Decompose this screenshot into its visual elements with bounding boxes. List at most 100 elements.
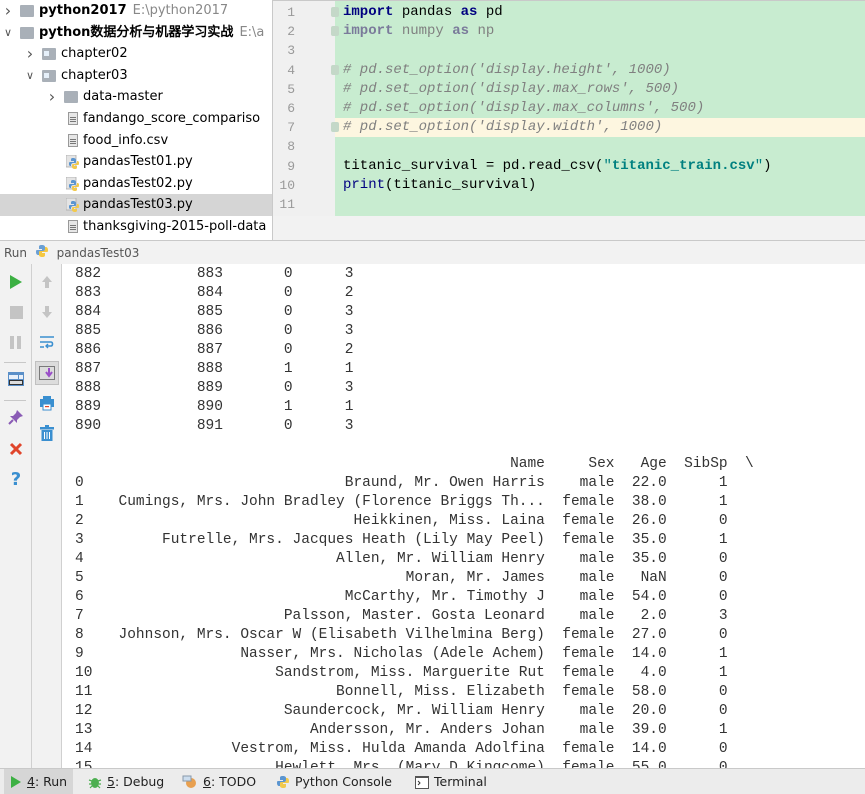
tree-item[interactable]: › data-master [0,86,272,108]
rerun-button[interactable] [5,271,27,293]
soft-wrap-button[interactable] [36,331,58,353]
scroll-to-end-button[interactable] [35,361,59,385]
pin-icon [8,410,23,425]
code-token: # pd.set_option('display.max_rows', 500) [343,80,680,97]
console-data-row: 6 McCarthy, Mr. Timothy J male 54.0 0 [75,589,728,605]
tree-item-label: chapter03 [61,67,128,83]
python-file-icon [65,197,80,213]
folder-icon [42,69,56,82]
console-line: 886 887 0 2 [75,342,354,358]
line-number: 7 [287,120,295,136]
tree-item-label: pandasTest01.py [83,154,193,170]
code-line[interactable]: # pd.set_option('display.max_rows', 500) [335,80,865,99]
console-output[interactable]: 882 883 0 3 883 884 0 2 884 885 0 3 885 886… [63,264,865,768]
console-header-line: Name Sex Age SibSp \ [75,456,754,472]
print-icon [40,396,54,411]
bottom-tab-run[interactable]: 4: Run [4,769,74,794]
console-line: 889 890 1 1 [75,399,354,415]
line-number: 2 [287,24,295,40]
up-stack-button[interactable] [36,271,58,293]
pin-tab-button[interactable] [5,406,27,428]
stop-icon [9,305,23,319]
text-file-icon [68,133,78,147]
bottom-tab-debug[interactable]: 5: Debug [82,769,170,794]
code-line[interactable]: # pd.set_option('display.width', 1000) [335,118,865,138]
pause-button[interactable] [5,331,27,353]
code-line[interactable]: # pd.set_option('display.max_columns', 5… [335,99,865,118]
chevron-right-icon[interactable]: › [46,86,58,108]
run-toolbar-primary: ? [0,264,32,768]
chevron-right-icon[interactable]: › [2,0,14,22]
line-number: 8 [287,139,295,155]
chevron-right-icon[interactable]: › [24,43,36,65]
code-line[interactable] [335,195,865,214]
code-line[interactable]: titanic_survival = pd.read_csv("titanic_… [335,157,865,176]
close-button[interactable] [5,438,27,460]
folder-icon [20,26,34,39]
tree-item[interactable]: ∨ chapter03 [0,65,272,87]
bottom-tab-shortcut: 6 [203,774,211,789]
console-data-row: 0 Braund, Mr. Owen Harris male 22.0 1 [75,475,728,491]
console-data-row: 9 Nasser, Mrs. Nicholas (Adele Achem) fe… [75,646,728,662]
chevron-down-icon[interactable]: ∨ [24,65,36,87]
code-token: import [343,4,394,20]
bottom-tab-text: Python Console [295,774,392,789]
code-line[interactable] [335,41,865,60]
tree-item[interactable]: thanksgiving-2015-poll-data [0,216,272,238]
tree-item[interactable]: pandasTest03.py [0,194,272,217]
code-line[interactable]: # pd.set_option('display.height', 1000) [335,61,865,80]
bottom-tab-label: Python Console [295,769,392,794]
tree-item-label: data-master [83,89,163,105]
tree-item-label: fandango_score_compariso [83,111,261,126]
tree-item[interactable]: › python2017 E:\python2017 [0,0,272,22]
text-file-icon [68,112,78,125]
tree-item[interactable]: fandango_score_compariso [0,108,272,130]
fold-marker-icon[interactable] [331,7,339,17]
help-button[interactable]: ? [5,468,27,490]
chevron-down-icon[interactable]: ∨ [2,22,14,44]
tree-item[interactable]: pandasTest01.py [0,151,272,173]
print-button[interactable] [36,392,58,414]
arrow-down-icon [42,306,52,318]
code-token: (titanic_survival) [385,176,537,193]
code-line[interactable]: import pandas as pd [335,3,865,22]
tree-item-label: python数据分析与机器学习实战 E:\a [39,24,265,40]
run-config-name[interactable]: pandasTest03 [57,246,140,260]
code-token: numpy [393,23,453,40]
code-editor[interactable]: 1 2 3 4 5 6 7 8 9 10 11 import pandas as pd import … [272,0,865,240]
fold-marker-icon[interactable] [331,26,339,37]
console-data-row: 4 Allen, Mr. William Henry male 35.0 0 [75,551,728,567]
bottom-tab-label: Terminal [434,769,487,794]
tree-item[interactable]: › chapter02 [0,43,272,65]
tree-item[interactable]: pandasTest02.py [0,173,272,195]
terminal-icon [415,775,429,789]
code-token: print [343,176,386,193]
arrow-up-icon [42,276,52,288]
code-line[interactable]: print(titanic_survival) [335,176,865,195]
line-number: 4 [287,62,295,78]
run-toolbar-secondary [32,264,62,768]
bottom-tab-python-console[interactable]: Python Console [270,769,398,794]
tree-item[interactable]: food_info.csv [0,130,272,152]
python-file-icon [65,176,80,191]
code-line[interactable] [335,137,865,156]
restore-layout-button[interactable] [5,368,27,390]
line-number: 10 [279,177,295,193]
console-line: 885 886 0 3 [75,323,354,339]
tree-item[interactable]: ∨ python数据分析与机器学习实战 E:\a [0,22,272,44]
console-data-row: 8 Johnson, Mrs. Oscar W (Elisabeth Vilhe… [75,627,728,643]
line-number: 3 [287,43,295,59]
fold-marker-icon[interactable] [331,64,339,75]
clear-all-button[interactable] [36,422,58,444]
bottom-tab-todo[interactable]: 6: TODO [176,769,262,794]
code-line[interactable]: import numpy as np [335,22,865,41]
down-stack-button[interactable] [36,301,58,323]
bottom-tab-terminal[interactable]: Terminal [409,769,493,794]
code-token: # pd.set_option('display.height', 1000) [343,61,671,78]
fold-marker-icon[interactable] [331,122,339,133]
tree-item-path: E:\a [239,24,265,40]
trash-icon [40,425,54,441]
code-token: import [343,23,394,40]
console-line: 887 888 1 1 [75,361,354,377]
stop-button[interactable] [5,301,27,323]
